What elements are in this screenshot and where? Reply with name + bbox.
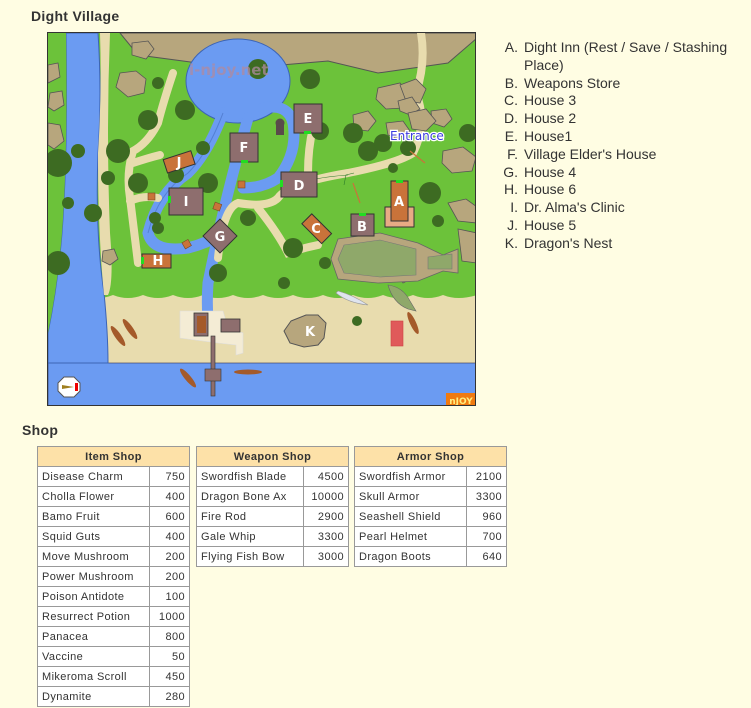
table-row: Pearl Helmet 700 [354, 526, 507, 547]
armor-shop-header: Armor Shop [354, 446, 507, 467]
map-legend: A. Dight Inn (Rest / Save / Stashing Plac… [496, 39, 751, 253]
legend-item: G. House 4 [503, 163, 577, 180]
table-row: Dragon Bone Ax 10000 [196, 486, 349, 507]
table-row: Gale Whip 3300 [196, 526, 349, 547]
table-row: Dragon Boots 640 [354, 546, 507, 567]
table-row: Vaccine 50 [37, 646, 190, 667]
label-f: F [240, 141, 249, 156]
legend-item: I. Dr. Alma's Clinic [510, 199, 625, 216]
table-row: Flying Fish Bow 3000 [196, 546, 349, 567]
table-row: Poison Antidote 100 [37, 586, 190, 607]
table-row: Bamo Fruit 600 [37, 506, 190, 527]
red-tent [390, 320, 404, 347]
label-g: G [215, 230, 226, 245]
village-map: A B C D E F G H I J K i-njoy.net Entranc… [47, 32, 476, 406]
table-row: Swordfish Blade 4500 [196, 466, 349, 487]
entrance-label: Entrance [390, 129, 444, 143]
legend-item: C. House 3 [504, 92, 577, 109]
weapon-shop-header: Weapon Shop [196, 446, 349, 467]
table-row: Swordfish Armor 2100 [354, 466, 507, 487]
table-row: Dynamite 280 [37, 686, 190, 707]
legend-item: E. House1 [504, 127, 573, 144]
label-j: J [176, 156, 182, 171]
table-row: Seashell Shield 960 [354, 506, 507, 527]
label-e: E [304, 112, 313, 127]
label-d: D [294, 179, 305, 194]
table-row: Fire Rod 2900 [196, 506, 349, 527]
table-row: Mikeroma Scroll 450 [37, 666, 190, 687]
label-a: A [394, 195, 404, 210]
label-k: K [305, 325, 316, 340]
label-b: B [357, 220, 367, 235]
legend-item: K. Dragon's Nest [504, 234, 613, 251]
legend-item: B. Weapons Store [504, 74, 621, 91]
armor-shop-table: Armor Shop Swordfish Armor 2100 Skull Arm… [354, 446, 507, 567]
compass-icon [57, 376, 81, 398]
shop-title: Shop [22, 422, 59, 438]
table-row: Disease Charm 750 [37, 466, 190, 487]
table-row: Skull Armor 3300 [354, 486, 507, 507]
legend-item: F. Village Elder's House [507, 145, 657, 162]
item-shop-header: Item Shop [37, 446, 190, 467]
label-h: H [153, 254, 164, 269]
legend-item: A. Dight Inn (Rest / Save / Stashing Plac… [504, 39, 728, 73]
table-row: Move Mushroom 200 [37, 546, 190, 567]
map-watermark: i-njoy.net [189, 61, 269, 79]
table-row: Resurrect Potion 1000 [37, 606, 190, 627]
legend-item: J. House 5 [507, 216, 577, 233]
legend-item: D. House 2 [504, 110, 577, 127]
weapon-shop-table: Weapon Shop Swordfish Blade 4500 Dragon B… [196, 446, 349, 567]
label-c: C [311, 222, 321, 237]
table-row: Squid Guts 400 [37, 526, 190, 547]
table-row: Power Mushroom 200 [37, 566, 190, 587]
sea [48, 362, 475, 405]
label-i: I [184, 195, 189, 210]
item-shop-table: Item Shop Disease Charm 750 Cholla Flower… [37, 446, 190, 707]
table-row: Cholla Flower 400 [37, 486, 190, 507]
njoy-badge: nJOY [449, 397, 473, 406]
village-title: Dight Village [31, 8, 120, 24]
table-row: Panacea 800 [37, 626, 190, 647]
legend-item: H. House 6 [504, 181, 577, 198]
